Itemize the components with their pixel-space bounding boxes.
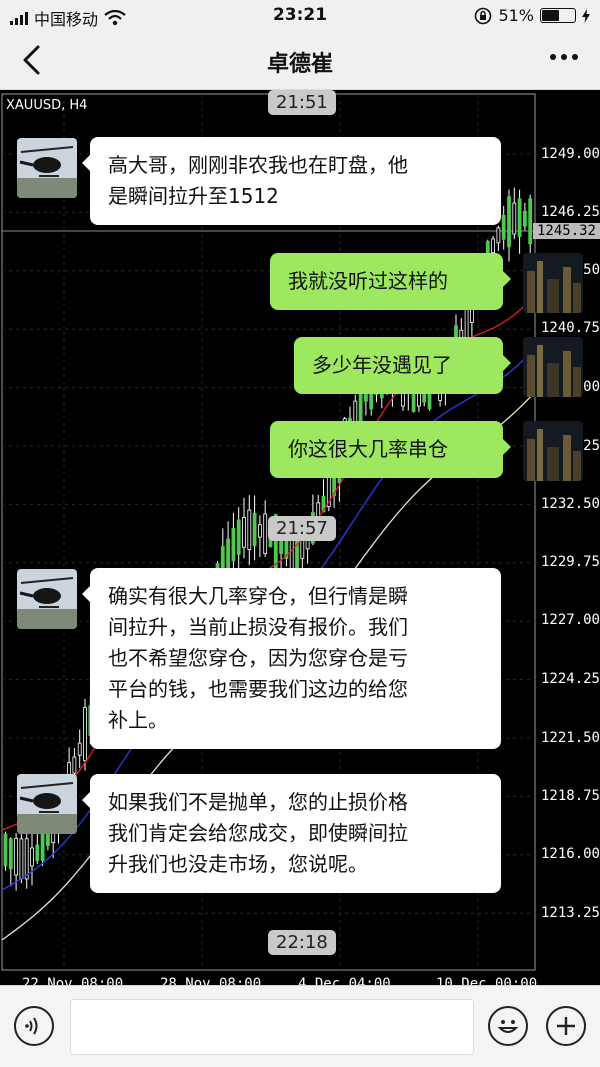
candle-body [40,831,45,861]
message-line: 高大哥，刚刚非农我也在盯盘，他 [108,153,408,177]
message-bubble-incoming[interactable]: 高大哥，刚刚非农我也在盯盘，他 是瞬间拉升至1512 [82,137,501,225]
candle-body [19,838,24,879]
price-axis-label: 1249.00 [540,146,600,162]
candle-body [528,198,533,245]
message-bubble-incoming[interactable]: 确实有很大几率穿仓，但行情是瞬 间拉升，当前止损没有报价。我们 也不希望您穿仓，… [82,568,501,749]
city-night-avatar-image [523,421,583,481]
candle-body [507,196,511,248]
price-axis-label: 1227.00 [540,612,600,628]
message-bubble-outgoing[interactable]: 多少年没遇见了 [294,337,511,394]
message-line: 平台的钱，也需要我们这边的给您 [108,677,408,701]
candle-body [257,524,262,538]
message-line: 补上。 [108,708,168,732]
my-avatar[interactable] [523,421,583,481]
candle-body [247,509,252,550]
message-line: 如果我们不是抛单，您的止损价格 [108,790,408,814]
my-avatar[interactable] [523,337,583,397]
battery-icon [540,8,576,23]
candle-body [77,742,82,756]
candle-body [30,847,34,867]
price-axis-label: 50 [583,262,600,278]
price-axis-label: 1246.25 [540,204,600,220]
price-axis-label: 1224.25 [540,671,600,687]
message-bubble-outgoing[interactable]: 你这很大几率串仓 [270,421,511,478]
contact-avatar[interactable] [17,569,77,629]
candle-body [512,202,517,235]
helicopter-avatar-image [17,774,77,834]
add-attachment-icon[interactable] [546,1006,586,1046]
status-bar: 中国移动 23:21 51% [0,0,600,30]
candle-body [517,198,522,237]
message-timestamp: 21:51 [268,90,336,115]
status-right: 51% [474,6,590,25]
message-timestamp: 22:18 [268,930,336,955]
candle-body [242,516,246,548]
message-line: 升我们也没走市场，您说呢。 [108,852,368,876]
date-axis-label: 22 Nov 08:00 [22,976,124,985]
message-line: 多少年没遇见了 [312,353,452,377]
city-night-avatar-image [523,337,583,397]
candle-body [3,833,8,867]
price-axis-label: 1213.25 [540,905,600,921]
candle-body [491,238,496,253]
candle-body [231,528,236,562]
price-axis-label: 00 [583,379,600,395]
more-options-icon[interactable] [550,54,578,60]
message-bubble-outgoing[interactable]: 我就没听过这样的 [270,253,511,310]
message-line: 也不希望您穿仓，因为您穿仓是亏 [108,646,408,670]
candle-body [236,519,241,555]
candle-body [83,707,87,762]
date-axis-label: 10 Dec 00:00 [436,976,538,985]
candle-body [14,838,19,876]
candle-body [8,838,13,870]
candle-body [72,756,77,774]
chat-input-bar [0,985,600,1067]
chat-header: 卓德崔 [0,30,600,90]
city-night-avatar-image [523,253,583,313]
message-bubble-incoming[interactable]: 如果我们不是抛单，您的止损价格 我们肯定会给您成交，即使瞬间拉 升我们也没走市场… [82,774,501,893]
candle-body [35,844,40,861]
price-axis-label: 1240.75 [540,320,600,336]
battery-percent: 51% [498,6,534,25]
candle-body [501,214,506,240]
current-price-tag: 1245.32 [532,223,600,239]
message-line: 我们肯定会给您成交，即使瞬间拉 [108,821,408,845]
price-axis-label: 1232.50 [540,496,600,512]
price-axis-label: 1221.50 [540,730,600,746]
helicopter-avatar-image [17,138,77,198]
rotation-lock-icon [475,7,492,24]
helicopter-avatar-image [17,569,77,629]
contact-avatar[interactable] [17,138,77,198]
voice-input-icon[interactable] [14,1006,54,1046]
message-line: 我就没听过这样的 [288,269,448,293]
price-axis-label: 1229.75 [540,554,600,570]
candle-body [523,210,527,227]
date-axis-label: 28 Nov 08:00 [160,976,262,985]
message-line: 你这很大几率串仓 [288,437,448,461]
my-avatar[interactable] [523,253,583,313]
contact-avatar[interactable] [17,774,77,834]
chat-title: 卓德崔 [266,52,333,77]
candle-body [226,538,231,571]
price-axis-label: 1216.00 [540,846,600,862]
candle-body [263,513,268,554]
price-axis-label: 1218.75 [540,788,600,804]
price-axis-label: 25 [583,438,600,454]
chart-symbol: XAUUSD, H4 [6,98,88,113]
candle-body [496,227,501,244]
message-line: 确实有很大几率穿仓，但行情是瞬 [108,584,408,608]
date-axis-label: 4 Dec 04:00 [298,976,391,985]
message-line: 是瞬间拉升至1512 [108,184,279,208]
candle-body [24,838,29,880]
message-line: 间拉升，当前止损没有报价。我们 [108,615,408,639]
message-input[interactable] [70,999,474,1055]
charging-icon [582,8,590,23]
message-timestamp: 21:57 [268,516,336,541]
emoji-icon[interactable] [488,1006,528,1046]
candle-body [252,512,257,547]
